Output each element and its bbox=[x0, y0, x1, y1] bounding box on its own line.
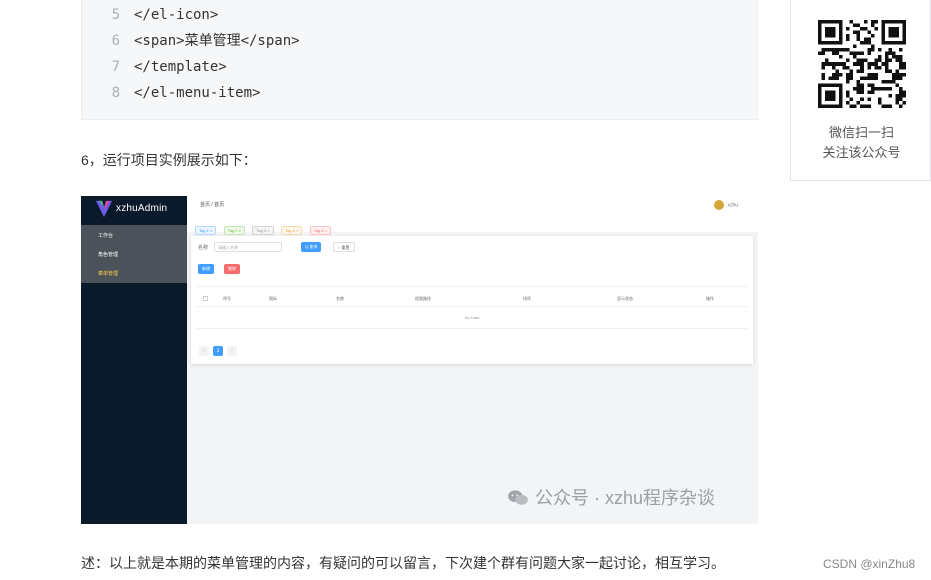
demo-breadcrumb: 首页 / 首页 bbox=[200, 202, 225, 208]
avatar bbox=[714, 200, 725, 210]
demo-user-name: xzhu bbox=[727, 202, 738, 209]
col-header: 排序 bbox=[523, 296, 531, 301]
code-line: 6 <span>菜单管理</span> bbox=[111, 33, 300, 49]
demo-header: 首页 / 首页 xzhu Tag 1 × Tag 2 × Tag 3 × Tag… bbox=[187, 196, 758, 235]
demo-card: 名称 请输入名称 Q 查询 ○ 重置 新增 删除 序号 图标 名称 权限路径 排… bbox=[191, 236, 753, 364]
col-header: 操作 bbox=[706, 296, 714, 301]
prev-page-button[interactable]: < bbox=[199, 346, 209, 356]
logo-v-icon bbox=[95, 200, 113, 218]
divider bbox=[197, 306, 747, 307]
page-button-current[interactable]: 1 bbox=[213, 346, 223, 356]
next-page-button[interactable]: > bbox=[227, 346, 237, 356]
code-line: 7 </template> bbox=[111, 59, 227, 75]
divider bbox=[197, 286, 747, 287]
divider bbox=[197, 328, 747, 329]
demo-menu: 工作台 角色管理 菜单管理 bbox=[81, 225, 187, 283]
qr-card: 微信扫一扫 关注该公众号 bbox=[790, 0, 931, 181]
demo-sidebar: xzhuAdmin 工作台 角色管理 菜单管理 bbox=[81, 196, 187, 524]
select-all-checkbox[interactable] bbox=[203, 296, 208, 301]
demo-add-button[interactable]: 新增 bbox=[198, 264, 214, 274]
demo-menu-item[interactable]: 工作台 bbox=[98, 232, 113, 239]
col-header: 名称 bbox=[336, 296, 344, 301]
demo-query-button[interactable]: Q 查询 bbox=[301, 242, 322, 252]
demo-tags: Tag 1 × Tag 2 × Tag 3 × Tag 4 × Tag 5 × bbox=[195, 219, 334, 237]
demo-menu-item-active[interactable]: 菜单管理 bbox=[98, 270, 118, 277]
demo-reset-button[interactable]: ○ 重置 bbox=[333, 242, 355, 252]
code-block: 5 </el-icon> 6 <span>菜单管理</span> 7 </templa… bbox=[81, 0, 758, 120]
demo-search-input[interactable]: 请输入名称 bbox=[214, 242, 282, 252]
demo-search-label: 名称 bbox=[198, 245, 209, 251]
csdn-watermark: CSDN @xinZhu8 bbox=[823, 557, 916, 571]
demo-no-data: No Data bbox=[464, 315, 480, 320]
qr-code-icon bbox=[818, 20, 906, 108]
demo-delete-button[interactable]: 删除 bbox=[224, 264, 240, 274]
demo-logo: xzhuAdmin bbox=[81, 196, 187, 224]
code-line: 5 </el-icon> bbox=[111, 7, 219, 23]
col-header: 序号 bbox=[223, 296, 231, 301]
watermark-text: 公众号 · xzhu程序杂谈 bbox=[535, 488, 716, 508]
qr-caption-line1: 微信扫一扫 bbox=[828, 125, 894, 140]
paragraph-step-6: 6，运行项目实例展示如下： bbox=[81, 152, 257, 168]
demo-tag[interactable]: Tag 4 × bbox=[281, 226, 303, 235]
demo-menu-item[interactable]: 角色管理 bbox=[98, 251, 118, 258]
wechat-icon bbox=[508, 490, 528, 505]
watermark: 公众号 · xzhu程序杂谈 bbox=[507, 484, 715, 510]
demo-user[interactable]: xzhu bbox=[714, 200, 738, 210]
code-line: 8 </el-menu-item> bbox=[111, 85, 261, 101]
demo-tag[interactable]: Tag 2 × bbox=[223, 226, 245, 235]
demo-tag[interactable]: Tag 5 × bbox=[309, 226, 331, 235]
col-header: 权限路径 bbox=[415, 296, 431, 301]
demo-tag[interactable]: Tag 1 × bbox=[195, 226, 217, 235]
col-header: 显示状态 bbox=[617, 296, 633, 301]
col-header: 图标 bbox=[269, 296, 277, 301]
paragraph-summary: 述：以上就是本期的菜单管理的内容，有疑问的可以留言，下次建个群有问题大家一起讨论… bbox=[81, 555, 725, 571]
qr-caption-line2: 关注该公众号 bbox=[822, 145, 901, 160]
demo-tag[interactable]: Tag 3 × bbox=[252, 226, 274, 235]
demo-logo-text: xzhuAdmin bbox=[116, 203, 168, 214]
demo-main: 首页 / 首页 xzhu Tag 1 × Tag 2 × Tag 3 × Tag… bbox=[187, 196, 758, 524]
demo-screenshot: xzhuAdmin 工作台 角色管理 菜单管理 首页 / 首页 xzhu Tag… bbox=[81, 196, 758, 524]
